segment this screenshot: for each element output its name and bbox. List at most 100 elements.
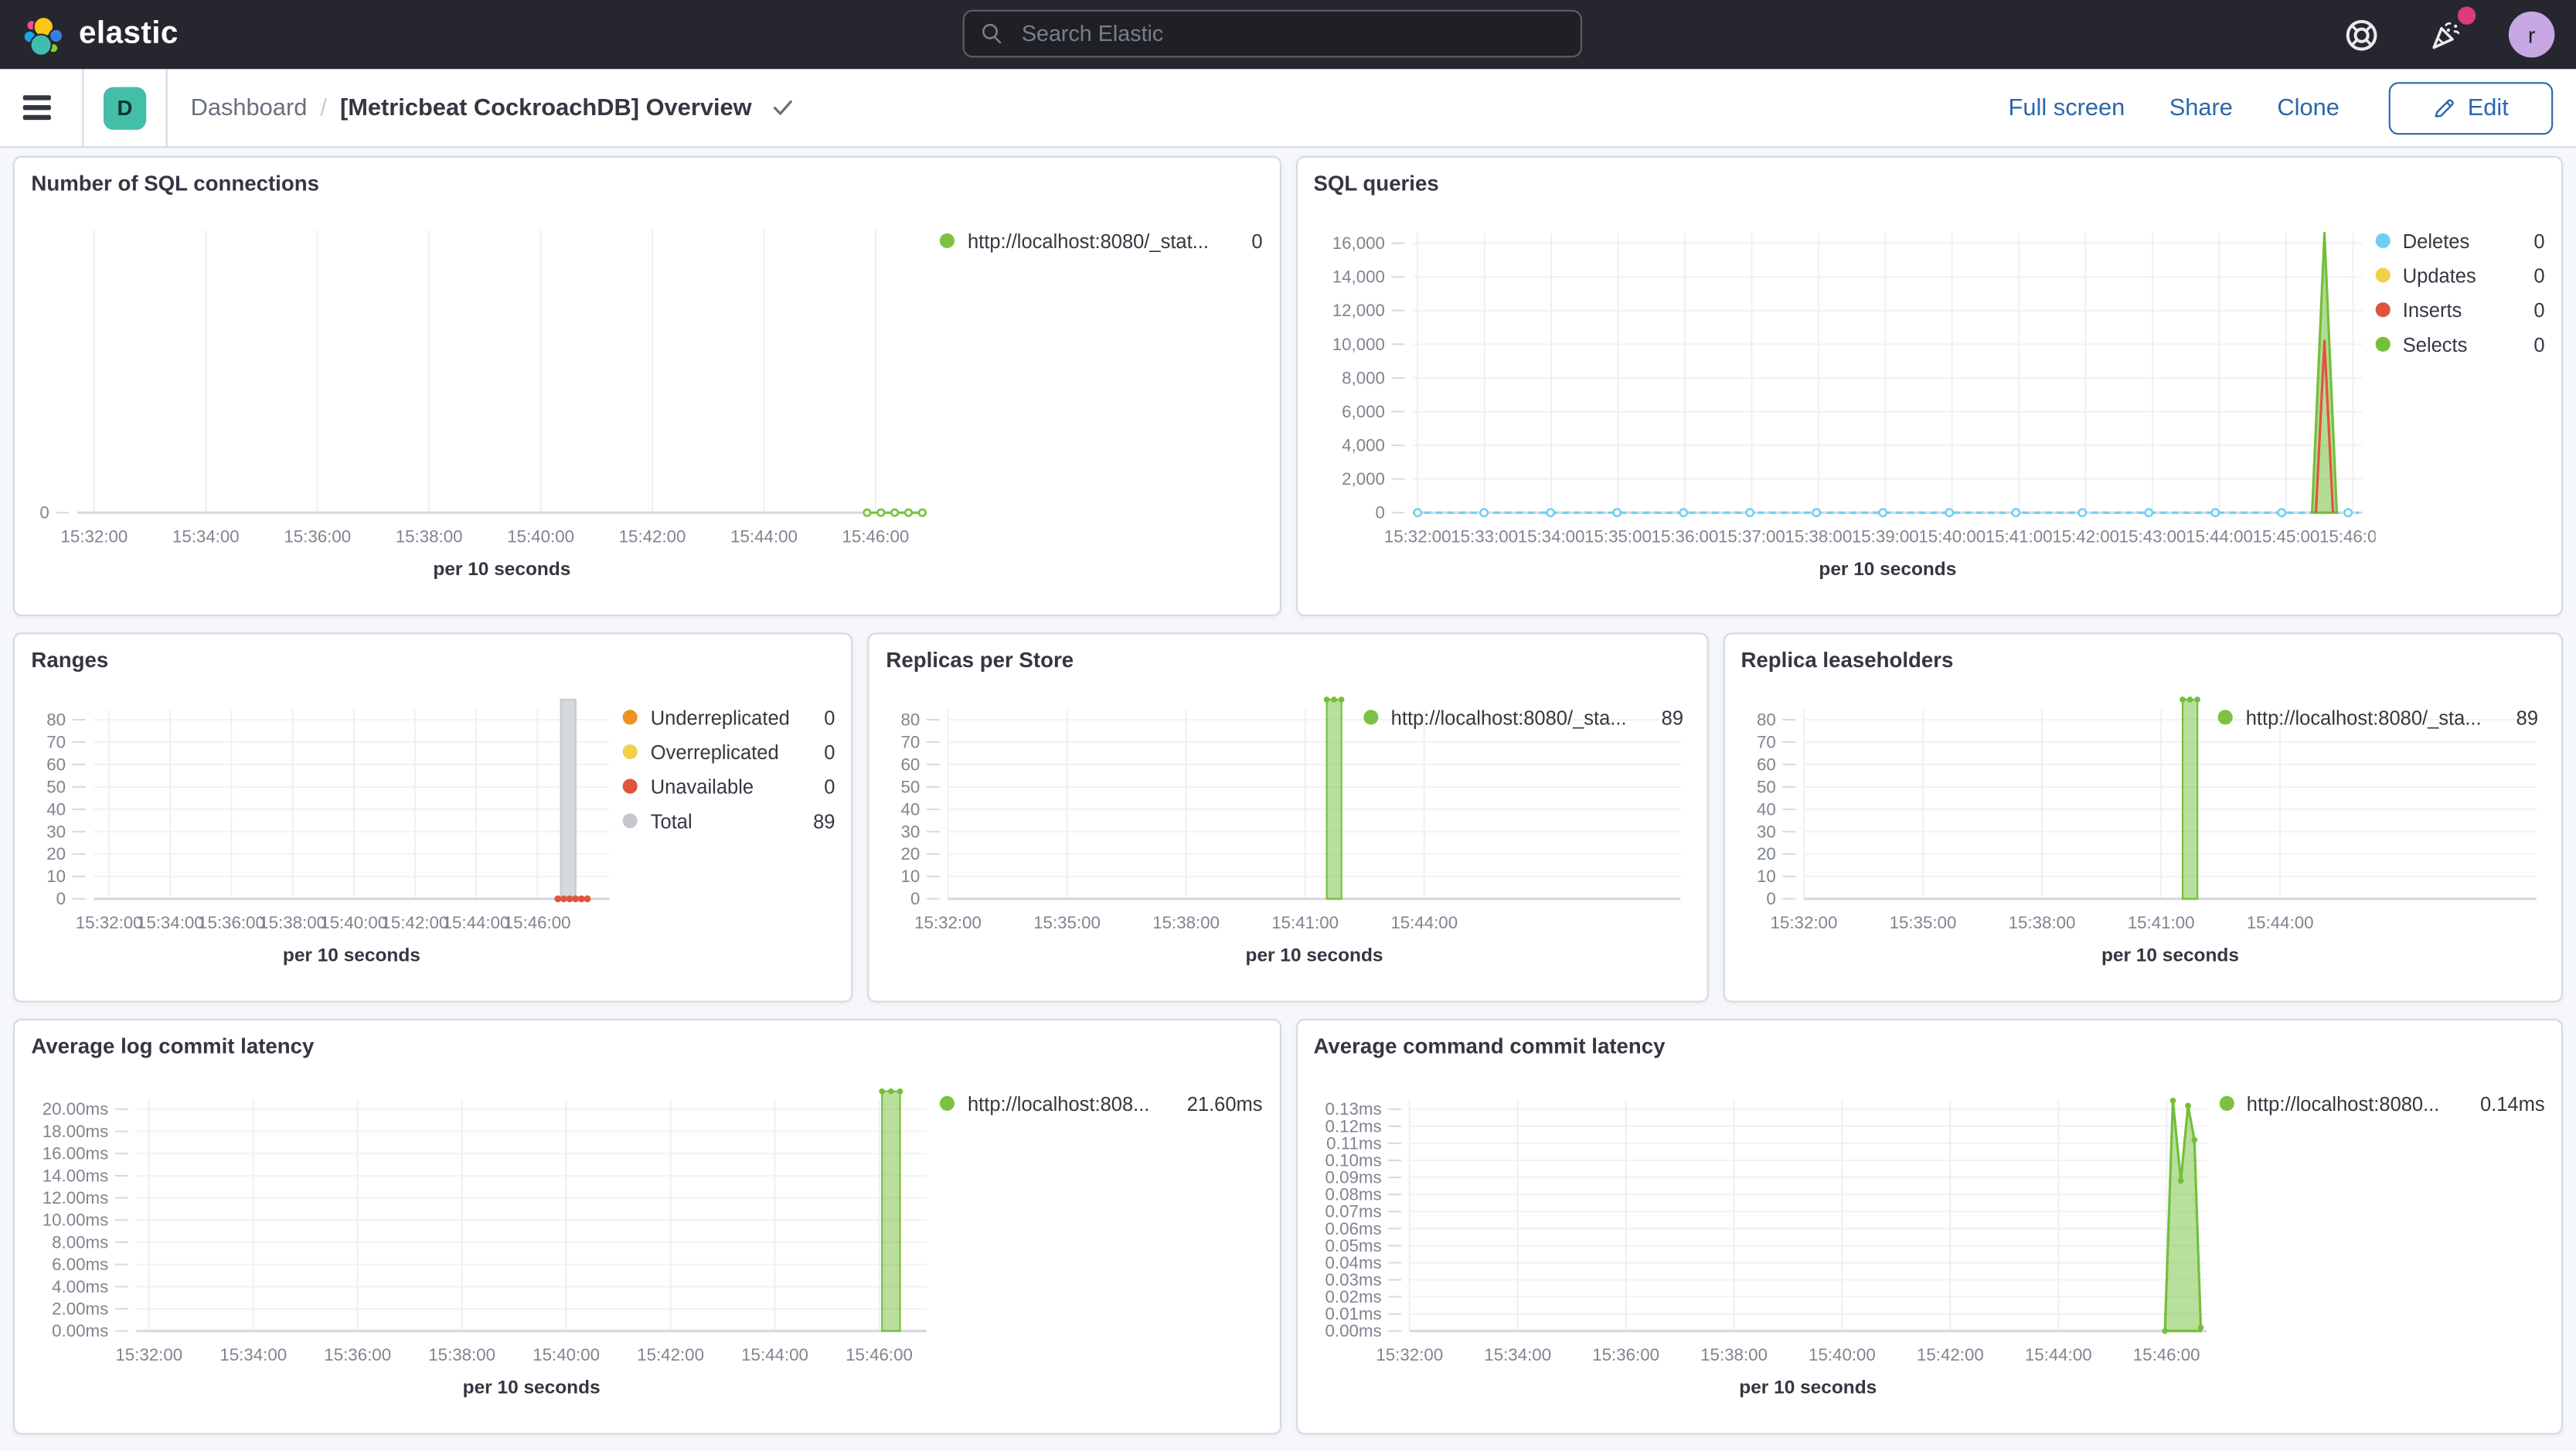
svg-text:15:32:00: 15:32:00 xyxy=(60,526,128,546)
legend-item[interactable]: http://localhost:8080/_stat... 0 xyxy=(939,223,1263,258)
space-badge[interactable]: D xyxy=(103,86,147,129)
svg-text:10.00ms: 10.00ms xyxy=(43,1211,109,1230)
menu-button[interactable] xyxy=(22,88,63,128)
clone-button[interactable]: Clone xyxy=(2277,94,2339,121)
legend-value: 21.60ms xyxy=(1186,1092,1263,1115)
svg-text:50: 50 xyxy=(901,777,920,796)
svg-text:0.07ms: 0.07ms xyxy=(1324,1202,1380,1221)
legend-dot-icon xyxy=(939,233,955,248)
panel-replica-leaseholders: Replica leaseholders 0 10 20 30 40 50 60 70 80 15… xyxy=(1723,632,2563,1003)
svg-text:15:32:00: 15:32:00 xyxy=(1375,1345,1442,1364)
svg-text:15:44:00: 15:44:00 xyxy=(443,913,510,932)
chart-legend: http://localhost:8080... 0.14ms xyxy=(2218,1067,2545,1417)
avatar[interactable]: r xyxy=(2508,11,2555,58)
svg-text:15:34:00: 15:34:00 xyxy=(137,913,204,932)
legend-item[interactable]: http://localhost:8080/_sta... 89 xyxy=(1363,700,1683,735)
legend-item[interactable]: Unavailable 0 xyxy=(622,769,835,804)
svg-text:15:33:00: 15:33:00 xyxy=(1450,526,1517,546)
legend-item[interactable]: Overreplicated 0 xyxy=(622,734,835,769)
svg-text:15:46:00: 15:46:00 xyxy=(2319,526,2375,546)
chart-legend: http://localhost:8080/_sta... 89 xyxy=(1363,700,1683,735)
chart-legend: Underreplicated 0 Overreplicated 0 Unavailab… xyxy=(622,680,835,984)
legend-label: http://localhost:8080/_sta... xyxy=(2245,705,2482,729)
legend-item[interactable]: Total 89 xyxy=(622,803,835,838)
search-icon xyxy=(982,23,1002,44)
svg-text:15:34:00: 15:34:00 xyxy=(1517,526,1584,546)
svg-text:10,000: 10,000 xyxy=(1332,335,1384,354)
app-bar: elastic Search Elastic r xyxy=(0,0,2576,70)
global-search[interactable] xyxy=(962,9,1582,58)
svg-text:30: 30 xyxy=(46,822,66,841)
legend-item[interactable]: Underreplicated 0 xyxy=(622,700,835,735)
divider xyxy=(82,69,84,147)
brand[interactable]: elastic xyxy=(0,14,179,56)
legend-item[interactable]: http://localhost:808... 21.60ms xyxy=(939,1086,1263,1121)
legend-value: 0 xyxy=(2533,298,2545,322)
notification-dot xyxy=(2457,6,2476,25)
svg-text:0: 0 xyxy=(56,889,66,908)
share-button[interactable]: Share xyxy=(2169,94,2233,121)
legend-label: Overreplicated xyxy=(650,740,779,764)
legend-item[interactable]: http://localhost:8080/_sta... 89 xyxy=(2217,700,2538,735)
svg-text:40: 40 xyxy=(46,799,66,819)
chart-average-log-commit-latency[interactable]: 0.00ms 2.00ms 4.00ms 6.00ms 8.00ms 10.00ms 12.… xyxy=(31,1067,939,1417)
chart-number-of-sql-connections[interactable]: 0 15:32:00 15:34:00 15:36:00 15:38:00 15:40:0… xyxy=(31,204,939,598)
svg-text:16.00ms: 16.00ms xyxy=(43,1144,109,1163)
svg-text:15:38:00: 15:38:00 xyxy=(2008,913,2075,932)
svg-text:15:40:00: 15:40:00 xyxy=(320,913,387,932)
svg-text:10: 10 xyxy=(1756,867,1775,886)
svg-text:14,000: 14,000 xyxy=(1332,267,1384,287)
legend-item[interactable]: Deletes 0 xyxy=(2374,223,2545,258)
svg-text:15:42:00: 15:42:00 xyxy=(637,1345,704,1364)
svg-text:0.12ms: 0.12ms xyxy=(1324,1116,1380,1136)
legend-value: 89 xyxy=(813,809,835,833)
legend-item[interactable]: Selects 0 xyxy=(2374,327,2545,362)
panel-title: Number of SQL connections xyxy=(31,171,319,196)
svg-text:60: 60 xyxy=(46,754,66,774)
edit-button[interactable]: Edit xyxy=(2388,81,2554,135)
legend-label: Unavailable xyxy=(650,775,754,798)
svg-text:70: 70 xyxy=(1756,732,1775,751)
breadcrumb-current: [Metricbeat CockroachDB] Overview xyxy=(339,94,752,121)
svg-text:per 10 seconds: per 10 seconds xyxy=(283,945,420,966)
svg-text:15:42:00: 15:42:00 xyxy=(381,913,448,932)
svg-text:70: 70 xyxy=(901,732,920,751)
search-input[interactable] xyxy=(1018,19,1564,48)
legend-item[interactable]: Updates 0 xyxy=(2374,258,2545,293)
svg-text:per 10 seconds: per 10 seconds xyxy=(433,559,570,580)
legend-dot-icon xyxy=(622,813,638,829)
svg-text:15:32:00: 15:32:00 xyxy=(915,913,982,932)
svg-text:4,000: 4,000 xyxy=(1341,435,1384,455)
svg-text:30: 30 xyxy=(901,822,920,841)
svg-text:15:35:00: 15:35:00 xyxy=(1034,913,1101,932)
legend-value: 0 xyxy=(1251,229,1263,253)
legend-dot-icon xyxy=(2218,1095,2234,1111)
breadcrumb-dashboard[interactable]: Dashboard xyxy=(191,94,308,121)
breadcrumb-separator: / xyxy=(320,94,327,121)
panel-average-log-commit-latency: Average log commit latency 0.00ms 2.00ms 4… xyxy=(13,1018,1281,1435)
chart-sql-queries[interactable]: 0 2,000 4,000 6,000 8,000 10,000 12,000 14,000 1… xyxy=(1313,204,2375,598)
svg-text:15:40:00: 15:40:00 xyxy=(533,1345,600,1364)
legend-value: 89 xyxy=(1661,705,1684,729)
news-button[interactable] xyxy=(2423,6,2476,58)
svg-text:15:41:00: 15:41:00 xyxy=(1985,526,2052,546)
svg-text:15:45:00: 15:45:00 xyxy=(2251,526,2319,546)
legend-value: 0 xyxy=(824,705,835,729)
svg-text:0.02ms: 0.02ms xyxy=(1324,1287,1380,1306)
chart-ranges[interactable]: 0 10 20 30 40 50 60 70 80 15:32:0015:34:0015:36:0… xyxy=(31,680,622,984)
legend-item[interactable]: http://localhost:8080... 0.14ms xyxy=(2218,1086,2545,1121)
svg-text:20: 20 xyxy=(1756,844,1775,863)
chart-average-command-commit-latency[interactable]: 0.00ms0.01ms0.02ms0.03ms0.04ms0.05ms0.06… xyxy=(1313,1067,2218,1417)
toolbar: D Dashboard / [Metricbeat CockroachDB] O… xyxy=(0,69,2576,148)
svg-text:16,000: 16,000 xyxy=(1332,233,1384,253)
help-button[interactable] xyxy=(2338,12,2384,58)
toolbar-actions: Full screen Share Clone Edit xyxy=(2009,81,2554,135)
legend-value: 0 xyxy=(824,775,835,798)
legend-value: 0 xyxy=(2533,332,2545,356)
check-icon[interactable] xyxy=(771,97,793,118)
svg-text:15:32:00: 15:32:00 xyxy=(76,913,143,932)
legend-item[interactable]: Inserts 0 xyxy=(2374,292,2545,327)
panel-title: SQL queries xyxy=(1313,171,1439,196)
svg-text:per 10 seconds: per 10 seconds xyxy=(1818,559,1955,580)
full-screen-button[interactable]: Full screen xyxy=(2009,94,2125,121)
